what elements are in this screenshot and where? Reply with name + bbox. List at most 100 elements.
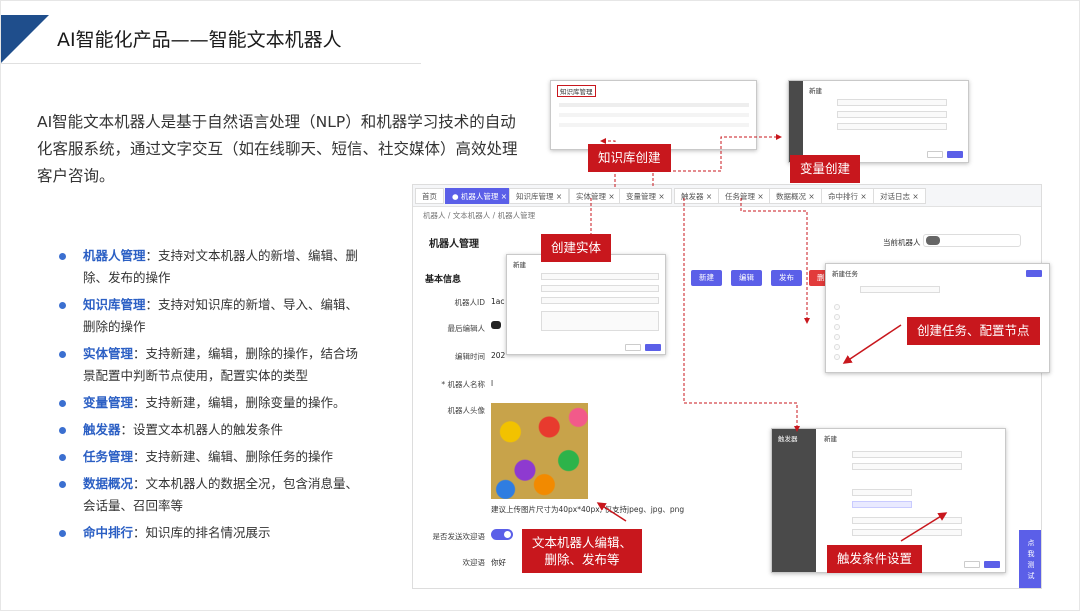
feature-name: 知识库管理	[83, 297, 146, 312]
kb-thumb-bar	[559, 113, 749, 117]
feature-item: 实体管理：支持新建，编辑，删除的操作，结合场景配置中判断节点使用，配置实体的类型	[59, 343, 369, 387]
bullet-dot	[59, 253, 66, 260]
title-bar: AI智能化产品——智能文本机器人	[1, 15, 421, 63]
feature-name: 命中排行	[83, 525, 134, 540]
tab-item[interactable]: 知识库管理 ×	[509, 188, 570, 204]
robot-id-label: 机器人ID	[454, 298, 486, 307]
callout-entity-create: 创建实体	[541, 234, 612, 262]
task-thumb-node-dot	[834, 354, 840, 360]
feature-desc: ：支持新建，编辑，删除变量的操作。	[133, 395, 346, 410]
kb-thumb-bar	[559, 123, 749, 127]
entity-thumb-field	[541, 297, 659, 304]
task-thumb-field	[860, 286, 940, 293]
entity-thumb-textarea	[541, 311, 659, 331]
var-dialog-title: 新建	[809, 87, 822, 95]
trigger-confirm-button	[984, 561, 1000, 568]
entity-thumb-field	[541, 273, 659, 280]
var-cancel-button	[927, 151, 943, 158]
current-robot-select[interactable]	[923, 234, 1021, 247]
send-welcome-label: 是否发送欢迎语	[432, 532, 486, 541]
trigger-cancel-button	[964, 561, 980, 568]
feature-name: 实体管理	[83, 346, 134, 361]
feature-item: 触发器：设置文本机器人的触发条件	[59, 419, 369, 441]
bullet-dot	[59, 454, 66, 461]
callout-var-create: 变量创建	[790, 155, 861, 183]
feature-desc: ：设置文本机器人的触发条件	[120, 422, 284, 437]
bullet-dot	[59, 351, 66, 358]
entity-dialog-thumbnail: 新建	[506, 254, 666, 355]
var-thumb-field	[837, 123, 947, 130]
entity-dialog-title: 新建	[513, 261, 526, 269]
task-thumb-button	[1026, 270, 1042, 277]
robot-avatar-image[interactable]	[491, 403, 588, 499]
var-thumb-field	[837, 99, 947, 106]
kb-thumb-row	[559, 103, 749, 109]
variable-dialog-thumbnail: 新建	[788, 80, 969, 163]
feature-name: 变量管理	[83, 395, 134, 410]
robot-name-value[interactable]: l	[491, 379, 493, 388]
feature-name: 任务管理	[83, 449, 134, 464]
bullet-dot	[59, 302, 66, 309]
bullet-dot	[59, 530, 66, 537]
slide-title: AI智能化产品——智能文本机器人	[57, 29, 342, 51]
bullet-dot	[59, 400, 66, 407]
task-thumb-node-dot	[834, 334, 840, 340]
feature-name: 机器人管理	[83, 248, 146, 263]
feature-name: 数据概况	[83, 476, 134, 491]
feature-item: 任务管理：支持新建、编辑、删除任务的操作	[59, 446, 369, 468]
feature-item: 机器人管理：支持对文本机器人的新增、编辑、删除、发布的操作	[59, 245, 369, 289]
intro-paragraph: AI智能文本机器人是基于自然语言处理（NLP）和机器学习技术的自动化客服系统，通…	[37, 113, 518, 185]
select-knob	[926, 236, 940, 245]
publish-button[interactable]: 发布	[771, 270, 802, 286]
var-confirm-button	[947, 151, 963, 158]
feature-desc: ：知识库的排名情况展示	[133, 525, 271, 540]
entity-thumb-field	[541, 285, 659, 292]
welcome-label: 欢迎语	[462, 558, 486, 567]
tab-item[interactable]: 实体管理 ×	[569, 188, 622, 204]
trigger-side-label: 触发器	[778, 435, 798, 443]
feature-name: 触发器	[83, 422, 121, 437]
callout-kb-create: 知识库创建	[588, 144, 671, 172]
var-thumb-field	[837, 111, 947, 118]
tab-item[interactable]: 首页	[415, 188, 444, 204]
breadcrumb: 机器人 / 文本机器人 / 机器人管理	[423, 211, 536, 220]
tab-item[interactable]: 数据概况 ×	[769, 188, 822, 204]
basic-info-title: 基本信息	[425, 275, 462, 285]
kb-thumb-row	[559, 123, 749, 129]
tab-item[interactable]: 命中排行 ×	[821, 188, 874, 204]
trigger-thumb-field	[852, 501, 912, 508]
kb-thumb-title: 知识库管理	[557, 85, 596, 97]
current-robot-label: 当前机器人	[883, 238, 921, 247]
trigger-dialog-title: 新建	[824, 435, 837, 443]
trigger-thumb-field	[852, 463, 962, 470]
trigger-thumb-field	[852, 517, 962, 524]
tab-item[interactable]: 对话日志 ×	[873, 188, 926, 204]
edit-time-label: 编辑时间	[455, 352, 485, 361]
feature-item: 变量管理：支持新建，编辑，删除变量的操作。	[59, 392, 369, 414]
trigger-thumb-field	[852, 529, 962, 536]
edit-button[interactable]: 编辑	[731, 270, 762, 286]
edit-time-value: 202	[491, 351, 506, 360]
send-welcome-toggle[interactable]	[491, 529, 513, 540]
page-title: 机器人管理	[429, 239, 479, 250]
tab-item[interactable]: 任务管理 ×	[718, 188, 771, 204]
bullet-dot	[59, 481, 66, 488]
avatar-upload-hint: 建议上传图片尺寸为40px*40px, 仅支持jpeg、jpg、png	[491, 505, 685, 514]
tab-item[interactable]: 变量管理 ×	[619, 188, 672, 204]
avatar-label: 机器人头像	[447, 406, 486, 415]
test-button[interactable]: 点 我 测 试	[1019, 530, 1041, 588]
kb-thumb-bar	[559, 103, 749, 107]
welcome-value[interactable]: 你好	[491, 557, 506, 568]
last-editor-avatar	[491, 321, 501, 329]
tab-item[interactable]: ● 机器人管理 ×	[445, 188, 515, 204]
var-thumb-side	[789, 81, 803, 162]
tab-item[interactable]: 触发器 ×	[674, 188, 720, 204]
callout-trigger-setup: 触发条件设置	[827, 545, 923, 573]
entity-cancel-button	[625, 344, 641, 351]
feature-list: 机器人管理：支持对文本机器人的新增、编辑、删除、发布的操作 知识库管理：支持对知识…	[59, 245, 369, 549]
tab-bar: 首页 ● 机器人管理 × 知识库管理 × 实体管理 × 变量管理 × 触发器 × 任务管理 …	[413, 185, 1041, 207]
robot-name-label: * 机器人名称	[441, 380, 485, 389]
kb-management-thumbnail: 知识库管理	[550, 80, 757, 150]
new-button[interactable]: 新建	[691, 270, 722, 286]
kb-thumb-row	[559, 113, 749, 119]
